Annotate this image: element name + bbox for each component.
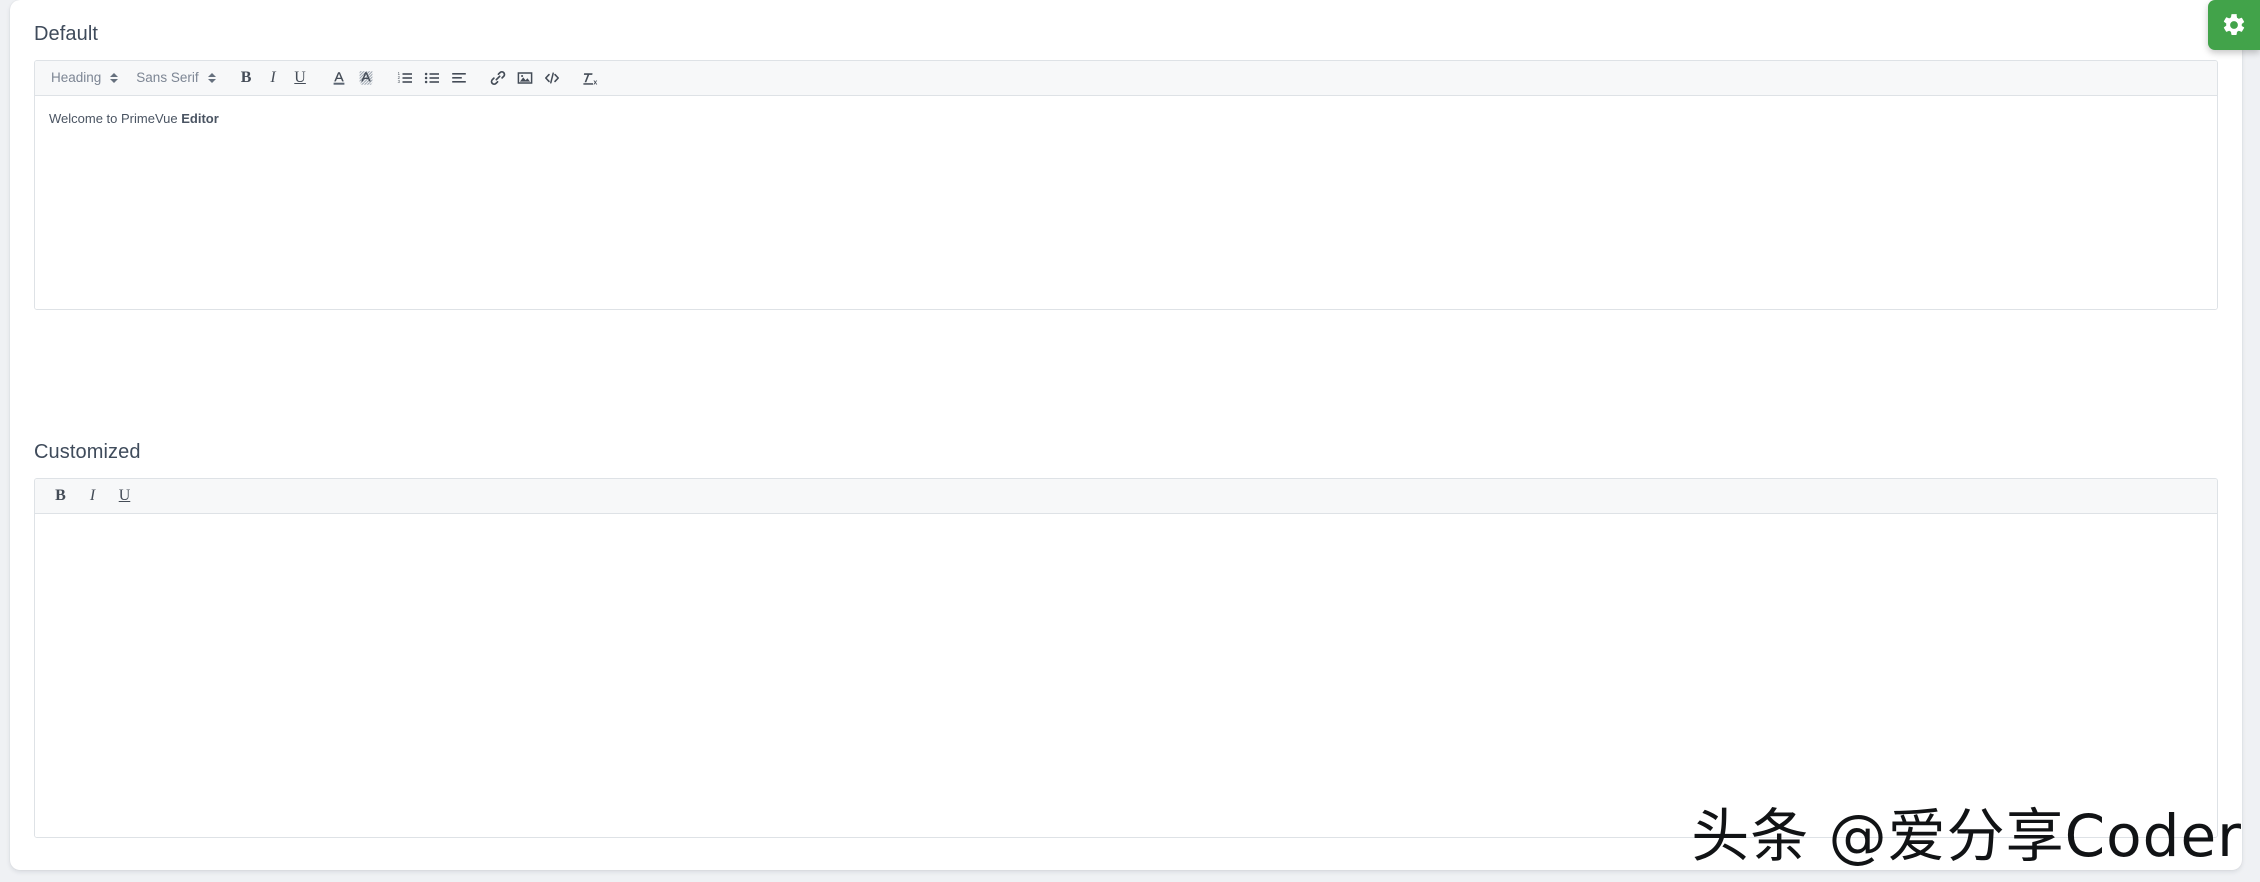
italic-icon: I [89, 487, 96, 504]
font-picker[interactable]: Sans Serif [128, 65, 220, 91]
bold-button[interactable]: B [233, 65, 260, 91]
bullet-list-button[interactable] [419, 65, 446, 91]
bold-icon: B [240, 69, 252, 86]
section-title-customized: Customized [34, 441, 141, 463]
editor-text-plain: Welcome to PrimeVue [49, 111, 182, 126]
image-icon [517, 72, 533, 84]
text-color-icon [333, 72, 345, 85]
editor-toolbar-default: Heading Sans Serif B I U 1 2 3 x [35, 61, 2217, 96]
section-customized: Customized B I U [34, 440, 2218, 838]
underline-icon: U [294, 69, 306, 86]
svg-text:3: 3 [398, 79, 401, 84]
underline-button[interactable]: U [111, 483, 138, 509]
header-picker[interactable]: Heading [43, 65, 123, 91]
background-color-icon [359, 71, 373, 85]
clear-format-icon: x [583, 73, 597, 86]
chevron-updown-icon [110, 73, 119, 83]
page-card: Default Heading Sans Serif B I U 1 2 3 x… [10, 0, 2242, 870]
code-block-button[interactable] [539, 65, 566, 91]
bold-button[interactable]: B [47, 483, 74, 509]
editor-content-default[interactable]: Welcome to PrimeVue Editor [35, 96, 2217, 309]
editor-toolbar-customized: B I U [35, 479, 2217, 514]
bold-icon: B [55, 487, 66, 504]
italic-button[interactable]: I [260, 65, 287, 91]
svg-text:x: x [593, 79, 597, 86]
editor-default: Heading Sans Serif B I U 1 2 3 x Welcome… [34, 60, 2218, 310]
background-color-button[interactable] [353, 65, 380, 91]
chevron-updown-icon [207, 73, 216, 83]
clear-format-button[interactable]: x [578, 65, 605, 91]
settings-gear-button[interactable] [2208, 0, 2260, 50]
font-picker-label: Sans Serif [136, 70, 199, 85]
bullet-list-icon [424, 72, 440, 84]
editor-customized: B I U [34, 478, 2218, 838]
underline-button[interactable]: U [287, 65, 314, 91]
link-icon [490, 71, 506, 85]
section-title-default: Default [34, 23, 99, 45]
align-left-icon [452, 73, 466, 83]
link-button[interactable] [485, 65, 512, 91]
image-button[interactable] [512, 65, 539, 91]
text-color-button[interactable] [326, 65, 353, 91]
section-default: Default Heading Sans Serif B I U 1 2 3 x… [34, 22, 2218, 310]
header-picker-label: Heading [51, 70, 102, 85]
editor-text-bold: Editor [181, 111, 219, 126]
editor-content-customized[interactable] [35, 514, 2217, 837]
underline-icon: U [118, 487, 131, 504]
align-button[interactable] [446, 65, 473, 91]
gear-icon [2223, 14, 2245, 35]
italic-icon: I [270, 69, 276, 86]
ordered-list-button[interactable]: 1 2 3 [392, 65, 419, 91]
italic-button[interactable]: I [79, 483, 106, 509]
code-icon [545, 72, 560, 84]
ordered-list-icon: 1 2 3 [398, 71, 413, 84]
